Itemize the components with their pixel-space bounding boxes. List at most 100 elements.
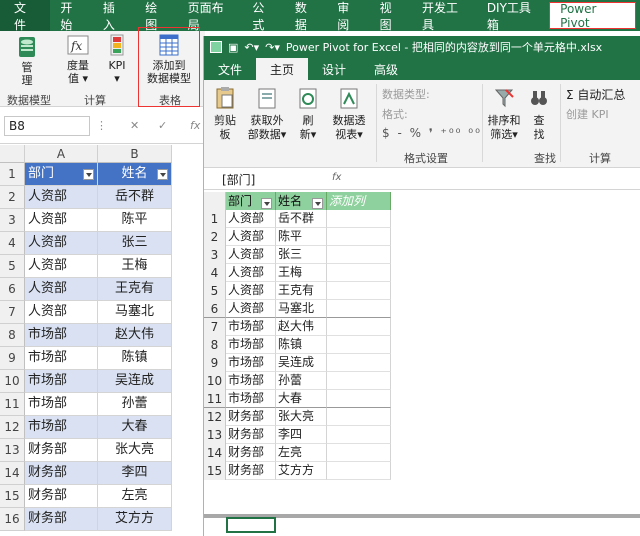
cell-dept[interactable]: 人资部: [226, 264, 276, 282]
row-number[interactable]: 10: [204, 372, 226, 390]
cell-dept[interactable]: 人资部: [25, 301, 98, 324]
column-header-a[interactable]: A: [25, 145, 98, 163]
row-number[interactable]: 1: [204, 210, 226, 228]
cell-name[interactable]: 吴连成: [276, 354, 327, 372]
kpi-button[interactable]: KPI ▾: [102, 33, 132, 85]
cell-name[interactable]: 姓名: [98, 163, 172, 186]
refresh-button[interactable]: 刷 新▾: [294, 86, 322, 142]
sort-filter-button[interactable]: 排序和 筛选▾: [486, 86, 522, 142]
tab-file[interactable]: 文件: [0, 0, 51, 32]
find-button[interactable]: 查 找: [528, 86, 550, 142]
tab-developer[interactable]: 开发工具: [412, 0, 477, 32]
row-number[interactable]: 8: [204, 336, 226, 354]
row-number[interactable]: 6: [204, 300, 226, 318]
cell-dept[interactable]: 市场部: [226, 354, 276, 372]
cell-name[interactable]: 赵大伟: [98, 324, 172, 347]
cell-name[interactable]: 陈镇: [98, 347, 172, 370]
cell-empty[interactable]: [327, 354, 391, 372]
cell-empty[interactable]: [327, 210, 391, 228]
name-box[interactable]: B8: [4, 116, 90, 136]
manage-button[interactable]: 管 理: [8, 35, 46, 87]
cell-name[interactable]: 孙蕾: [98, 393, 172, 416]
row-number[interactable]: 16: [0, 508, 25, 531]
tab-data[interactable]: 数据: [285, 0, 327, 32]
cell-dept[interactable]: 人资部: [226, 300, 276, 318]
cell-dept[interactable]: 市场部: [25, 370, 98, 393]
tab-power-pivot[interactable]: Power Pivot: [549, 2, 637, 30]
chevron-down-icon[interactable]: [83, 169, 94, 180]
cancel-icon[interactable]: ✕: [130, 119, 139, 132]
cell-dept[interactable]: 市场部: [25, 347, 98, 370]
pp-tab-design[interactable]: 设计: [308, 58, 360, 80]
datatype-label[interactable]: 数据类型:: [382, 86, 430, 102]
cell-name[interactable]: 王克有: [98, 278, 172, 301]
chevron-down-icon[interactable]: [157, 169, 168, 180]
cell-name[interactable]: 王梅: [276, 264, 327, 282]
row-number[interactable]: 10: [0, 370, 25, 393]
cell-name[interactable]: 马塞北: [98, 301, 172, 324]
clipboard-button[interactable]: 剪贴板: [210, 86, 240, 142]
pp-calc-area-cell[interactable]: [226, 517, 276, 533]
cell-name[interactable]: 左亮: [276, 444, 327, 462]
cell-dept[interactable]: 人资部: [226, 246, 276, 264]
cell-empty[interactable]: [327, 318, 391, 336]
cell-dept[interactable]: 财务部: [25, 485, 98, 508]
chevron-down-icon[interactable]: [312, 198, 323, 209]
row-number[interactable]: 7: [0, 301, 25, 324]
cell-name[interactable]: 张三: [276, 246, 327, 264]
tab-view[interactable]: 视图: [370, 0, 412, 32]
cell-dept[interactable]: 人资部: [25, 278, 98, 301]
format-label[interactable]: 格式:: [382, 106, 408, 122]
cell-name[interactable]: 马塞北: [276, 300, 327, 318]
chevron-down-icon[interactable]: [261, 198, 272, 209]
redo-icon[interactable]: ↷▾: [265, 41, 280, 54]
cell-name[interactable]: 陈平: [276, 228, 327, 246]
cell-dept[interactable]: 人资部: [25, 255, 98, 278]
undo-icon[interactable]: ↶▾: [244, 41, 259, 54]
cell-dept[interactable]: 市场部: [25, 393, 98, 416]
row-number[interactable]: 3: [0, 209, 25, 232]
cell-empty[interactable]: [327, 426, 391, 444]
cell-dept[interactable]: 财务部: [226, 408, 276, 426]
cell-empty[interactable]: [327, 444, 391, 462]
cell-dept[interactable]: 财务部: [25, 439, 98, 462]
row-number[interactable]: 5: [204, 282, 226, 300]
cell-name[interactable]: 大春: [98, 416, 172, 439]
cell-dept[interactable]: 部门: [25, 163, 98, 186]
row-number[interactable]: 13: [0, 439, 25, 462]
cell-name[interactable]: 王克有: [276, 282, 327, 300]
cell-dept[interactable]: 市场部: [226, 318, 276, 336]
save-icon[interactable]: ▣: [228, 41, 238, 54]
cell-name[interactable]: 陈平: [98, 209, 172, 232]
pp-tab-home[interactable]: 主页: [256, 58, 309, 80]
select-all-corner[interactable]: [0, 145, 25, 163]
row-number[interactable]: 9: [204, 354, 226, 372]
cell-empty[interactable]: [327, 300, 391, 318]
row-number[interactable]: 12: [204, 408, 226, 426]
pp-tab-advanced[interactable]: 高级: [360, 58, 412, 80]
cell-empty[interactable]: [327, 246, 391, 264]
enter-icon[interactable]: ✓: [158, 119, 167, 132]
tab-insert[interactable]: 插入: [93, 0, 135, 32]
row-number[interactable]: 3: [204, 246, 226, 264]
get-external-data-button[interactable]: 获取外 部数据▾: [246, 86, 288, 142]
cell-name[interactable]: 孙蕾: [276, 372, 327, 390]
cell-name[interactable]: 岳不群: [98, 186, 172, 209]
row-number[interactable]: 4: [204, 264, 226, 282]
row-number[interactable]: 1: [0, 163, 25, 186]
cell-name[interactable]: 大春: [276, 390, 327, 408]
pp-corner[interactable]: [204, 192, 226, 210]
cell-name[interactable]: 艾方方: [98, 508, 172, 531]
row-number[interactable]: 14: [204, 444, 226, 462]
row-number[interactable]: 2: [0, 186, 25, 209]
cell-dept[interactable]: 市场部: [226, 390, 276, 408]
row-number[interactable]: 8: [0, 324, 25, 347]
cell-dept[interactable]: 财务部: [226, 426, 276, 444]
cell-empty[interactable]: [327, 372, 391, 390]
tab-home[interactable]: 开始: [50, 0, 92, 32]
row-number[interactable]: 11: [204, 390, 226, 408]
row-number[interactable]: 11: [0, 393, 25, 416]
pp-add-column-header[interactable]: 添加列: [327, 192, 391, 210]
row-number[interactable]: 7: [204, 318, 226, 336]
row-number[interactable]: 13: [204, 426, 226, 444]
